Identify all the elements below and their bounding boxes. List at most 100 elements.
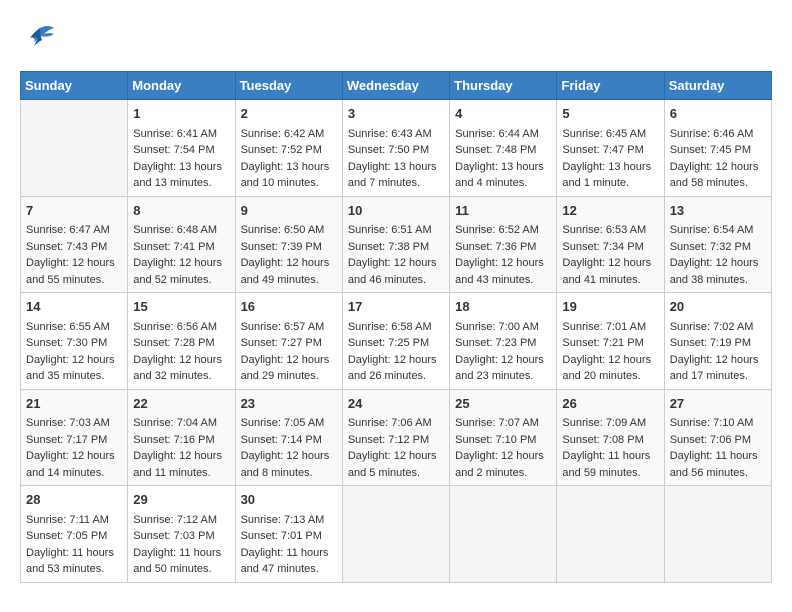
calendar-cell: 28Sunrise: 7:11 AMSunset: 7:05 PMDayligh… (21, 486, 128, 583)
sunrise-text: Sunrise: 6:41 AM (133, 126, 229, 143)
sunset-text: Sunset: 7:16 PM (133, 432, 229, 449)
sunrise-text: Sunrise: 7:03 AM (26, 415, 122, 432)
daylight-text: Daylight: 12 hours and 55 minutes. (26, 255, 122, 288)
sunrise-text: Sunrise: 6:44 AM (455, 126, 551, 143)
calendar-cell: 3Sunrise: 6:43 AMSunset: 7:50 PMDaylight… (342, 100, 449, 197)
sunset-text: Sunset: 7:43 PM (26, 239, 122, 256)
sunset-text: Sunset: 7:30 PM (26, 335, 122, 352)
daylight-text: Daylight: 13 hours and 7 minutes. (348, 159, 444, 192)
calendar-cell: 7Sunrise: 6:47 AMSunset: 7:43 PMDaylight… (21, 196, 128, 293)
sunset-text: Sunset: 7:25 PM (348, 335, 444, 352)
sunset-text: Sunset: 7:27 PM (241, 335, 337, 352)
day-number: 26 (562, 394, 658, 414)
calendar-week-2: 7Sunrise: 6:47 AMSunset: 7:43 PMDaylight… (21, 196, 772, 293)
calendar-cell: 19 Sunrise: 7:01 AMSunset: 7:21 PMDayligh… (557, 293, 664, 390)
logo-icon (20, 20, 56, 61)
calendar-cell: 30Sunrise: 7:13 AMSunset: 7:01 PMDayligh… (235, 486, 342, 583)
sunset-text: Sunset: 7:41 PM (133, 239, 229, 256)
day-number: 10 (348, 201, 444, 221)
day-number: 4 (455, 104, 551, 124)
calendar-cell (21, 100, 128, 197)
sunset-text: Sunset: 7:03 PM (133, 528, 229, 545)
calendar-cell: 26Sunrise: 7:09 AMSunset: 7:08 PMDayligh… (557, 389, 664, 486)
sunset-text: Sunset: 7:54 PM (133, 142, 229, 159)
sunset-text: Sunset: 7:19 PM (670, 335, 766, 352)
day-number: 17 (348, 297, 444, 317)
calendar-cell: 15Sunrise: 6:56 AMSunset: 7:28 PMDayligh… (128, 293, 235, 390)
calendar-cell: 12Sunrise: 6:53 AMSunset: 7:34 PMDayligh… (557, 196, 664, 293)
day-number: 3 (348, 104, 444, 124)
sunrise-text: Sunrise: 6:51 AM (348, 222, 444, 239)
sunrise-text: Sunrise: 7:13 AM (241, 512, 337, 529)
daylight-text: Daylight: 12 hours and 20 minutes. (562, 352, 658, 385)
sunrise-text: Sunrise: 7:05 AM (241, 415, 337, 432)
sunset-text: Sunset: 7:17 PM (26, 432, 122, 449)
calendar-cell: 23Sunrise: 7:05 AMSunset: 7:14 PMDayligh… (235, 389, 342, 486)
sunset-text: Sunset: 7:45 PM (670, 142, 766, 159)
sunset-text: Sunset: 7:05 PM (26, 528, 122, 545)
sunset-text: Sunset: 7:06 PM (670, 432, 766, 449)
daylight-text: Daylight: 12 hours and 2 minutes. (455, 448, 551, 481)
sunset-text: Sunset: 7:14 PM (241, 432, 337, 449)
daylight-text: Daylight: 12 hours and 32 minutes. (133, 352, 229, 385)
day-number: 20 (670, 297, 766, 317)
sunrise-text: Sunrise: 6:55 AM (26, 319, 122, 336)
day-number: 13 (670, 201, 766, 221)
daylight-text: Daylight: 12 hours and 23 minutes. (455, 352, 551, 385)
day-number: 25 (455, 394, 551, 414)
sunset-text: Sunset: 7:47 PM (562, 142, 658, 159)
calendar-week-3: 14Sunrise: 6:55 AMSunset: 7:30 PMDayligh… (21, 293, 772, 390)
weekday-header-wednesday: Wednesday (342, 72, 449, 100)
sunset-text: Sunset: 7:21 PM (562, 335, 658, 352)
day-number: 8 (133, 201, 229, 221)
calendar-cell (450, 486, 557, 583)
daylight-text: Daylight: 11 hours and 53 minutes. (26, 545, 122, 578)
weekday-header-tuesday: Tuesday (235, 72, 342, 100)
day-number: 7 (26, 201, 122, 221)
weekday-header-saturday: Saturday (664, 72, 771, 100)
day-number: 11 (455, 201, 551, 221)
calendar-cell: 5Sunrise: 6:45 AMSunset: 7:47 PMDaylight… (557, 100, 664, 197)
calendar-cell: 25Sunrise: 7:07 AMSunset: 7:10 PMDayligh… (450, 389, 557, 486)
sunset-text: Sunset: 7:32 PM (670, 239, 766, 256)
daylight-text: Daylight: 12 hours and 41 minutes. (562, 255, 658, 288)
daylight-text: Daylight: 11 hours and 59 minutes. (562, 448, 658, 481)
daylight-text: Daylight: 11 hours and 47 minutes. (241, 545, 337, 578)
sunrise-text: Sunrise: 7:06 AM (348, 415, 444, 432)
daylight-text: Daylight: 13 hours and 1 minute. (562, 159, 658, 192)
sunrise-text: Sunrise: 7:02 AM (670, 319, 766, 336)
day-number: 12 (562, 201, 658, 221)
calendar-cell: 8Sunrise: 6:48 AMSunset: 7:41 PMDaylight… (128, 196, 235, 293)
sunrise-text: Sunrise: 6:46 AM (670, 126, 766, 143)
day-number: 27 (670, 394, 766, 414)
day-number: 2 (241, 104, 337, 124)
sunrise-text: Sunrise: 6:50 AM (241, 222, 337, 239)
day-number: 22 (133, 394, 229, 414)
calendar-cell: 4Sunrise: 6:44 AMSunset: 7:48 PMDaylight… (450, 100, 557, 197)
day-number: 1 (133, 104, 229, 124)
sunrise-text: Sunrise: 6:52 AM (455, 222, 551, 239)
page-header (20, 20, 772, 61)
day-number: 5 (562, 104, 658, 124)
calendar-week-4: 21Sunrise: 7:03 AMSunset: 7:17 PMDayligh… (21, 389, 772, 486)
day-number: 24 (348, 394, 444, 414)
sunrise-text: Sunrise: 6:53 AM (562, 222, 658, 239)
calendar-cell: 18Sunrise: 7:00 AMSunset: 7:23 PMDayligh… (450, 293, 557, 390)
calendar-cell: 22Sunrise: 7:04 AMSunset: 7:16 PMDayligh… (128, 389, 235, 486)
daylight-text: Daylight: 12 hours and 8 minutes. (241, 448, 337, 481)
sunrise-text: Sunrise: 6:48 AM (133, 222, 229, 239)
daylight-text: Daylight: 11 hours and 56 minutes. (670, 448, 766, 481)
sunrise-text: Sunrise: 7:12 AM (133, 512, 229, 529)
sunrise-text: Sunrise: 7:01 AM (562, 319, 658, 336)
day-number: 19 (562, 297, 658, 317)
day-number: 30 (241, 490, 337, 510)
day-number: 28 (26, 490, 122, 510)
day-number: 23 (241, 394, 337, 414)
daylight-text: Daylight: 13 hours and 4 minutes. (455, 159, 551, 192)
daylight-text: Daylight: 12 hours and 29 minutes. (241, 352, 337, 385)
calendar-week-5: 28Sunrise: 7:11 AMSunset: 7:05 PMDayligh… (21, 486, 772, 583)
calendar-cell: 2Sunrise: 6:42 AMSunset: 7:52 PMDaylight… (235, 100, 342, 197)
sunset-text: Sunset: 7:50 PM (348, 142, 444, 159)
daylight-text: Daylight: 12 hours and 5 minutes. (348, 448, 444, 481)
daylight-text: Daylight: 12 hours and 26 minutes. (348, 352, 444, 385)
